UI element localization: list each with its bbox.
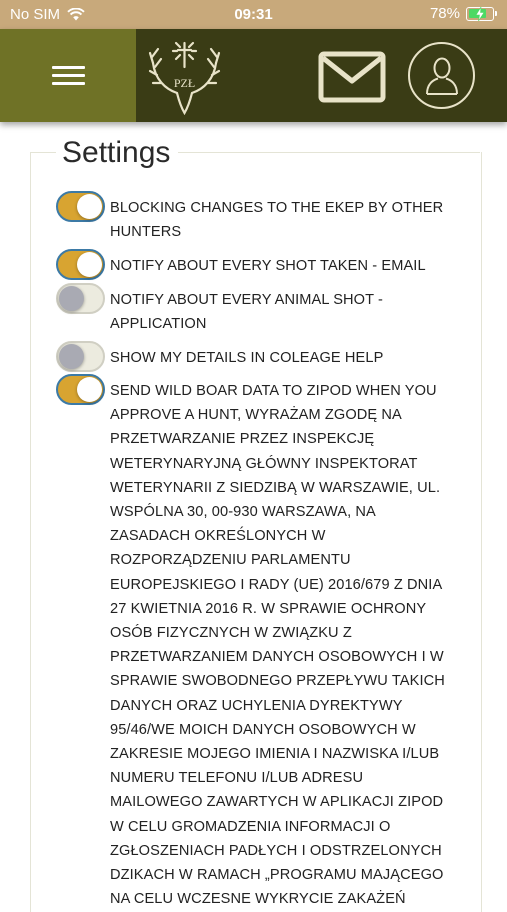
toggle-knob	[77, 377, 102, 402]
toggle-block-ekep[interactable]	[56, 191, 105, 222]
logo-text: PZŁ	[174, 76, 195, 90]
pzl-logo: PZŁ	[148, 41, 221, 115]
toggle-notify-app[interactable]	[56, 283, 105, 314]
panel-border	[178, 152, 480, 153]
battery-nub	[495, 11, 497, 16]
app-header: PZŁ	[0, 29, 507, 122]
toggle-zipod[interactable]	[56, 374, 105, 405]
setting-label: SHOW MY DETAILS IN COLEAGE HELP	[110, 350, 384, 366]
bolt-icon	[475, 6, 485, 21]
panel-border	[30, 152, 56, 153]
hamburger-menu-icon	[51, 61, 85, 90]
envelope-icon[interactable]	[318, 51, 386, 103]
battery-charging-icon	[466, 6, 494, 21]
profile-button[interactable]	[408, 42, 475, 109]
setting-label: SEND WILD BOAR DATA TO ZIPOD WHEN YOU AP…	[110, 383, 445, 908]
setting-label: NOTIFY ABOUT EVERY ANIMAL SHOT - APPLICA…	[110, 292, 383, 333]
battery-group: 78%	[430, 5, 497, 22]
toggle-notify-email[interactable]	[56, 249, 105, 280]
toggle-show-details[interactable]	[56, 341, 105, 372]
toggle-knob	[59, 286, 84, 311]
toggle-knob	[77, 252, 102, 277]
settings-content: Settings BLOCKING CHANGES TO THE EKEP BY…	[0, 122, 507, 912]
settings-title: Settings	[62, 136, 175, 170]
battery-percent: 78%	[429, 5, 460, 22]
setting-label: NOTIFY ABOUT EVERY SHOT TAKEN - EMAIL	[110, 258, 426, 274]
menu-button[interactable]	[0, 29, 136, 122]
status-bar: No SIM 09:31 78%	[0, 0, 507, 29]
toggle-knob	[77, 194, 102, 219]
toggle-knob	[59, 344, 84, 369]
setting-label: BLOCKING CHANGES TO THE EKEP BY OTHER HU…	[110, 200, 444, 241]
user-profile-icon	[425, 57, 458, 95]
